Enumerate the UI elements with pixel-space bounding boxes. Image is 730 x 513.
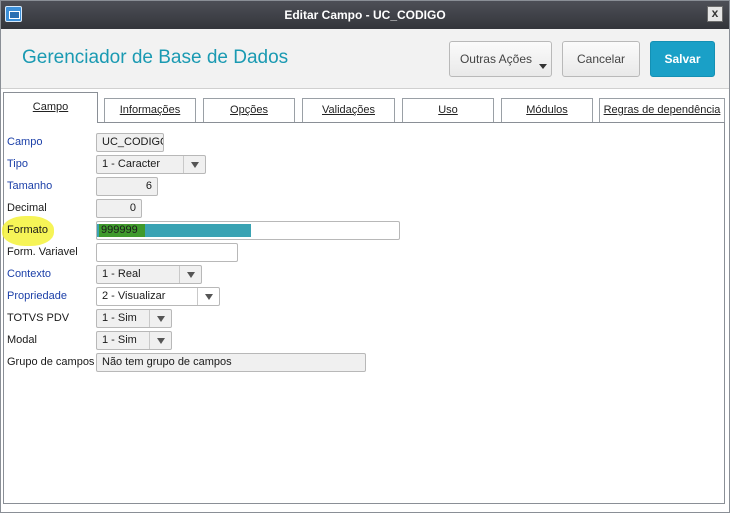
dialog-header: Gerenciador de Base de Dados Outras Açõe… <box>1 29 729 89</box>
modal-select[interactable]: 1 - Sim <box>96 331 172 350</box>
field-row-decimal: Decimal 0 <box>7 199 407 218</box>
chevron-down-icon <box>149 332 171 349</box>
tab-informacoes[interactable]: Informações <box>104 98 196 122</box>
tab-modulos[interactable]: Módulos <box>501 98 593 122</box>
tipo-label: Tipo <box>7 158 28 170</box>
chevron-down-icon <box>183 156 205 173</box>
chevron-down-icon <box>197 288 219 305</box>
form-variavel-field[interactable] <box>96 243 238 262</box>
field-row-propriedade: Propriedade 2 - Visualizar <box>7 287 407 306</box>
campo-field[interactable]: UC_CODIGO <box>96 133 164 152</box>
field-row-tipo: Tipo 1 - Caracter <box>7 155 407 174</box>
edit-field-dialog: Editar Campo - UC_CODIGO x Gerenciador d… <box>0 0 730 513</box>
field-row-totvs-pdv: TOTVS PDV 1 - Sim <box>7 309 407 328</box>
other-actions-button[interactable]: Outras Ações <box>449 41 552 77</box>
totvs-pdv-value: 1 - Sim <box>102 312 137 324</box>
tamanho-field[interactable]: 6 <box>96 177 158 196</box>
chevron-down-icon <box>539 64 547 69</box>
tab-campo[interactable]: Campo <box>3 92 98 123</box>
save-button[interactable]: Salvar <box>650 41 715 77</box>
tab-regras-dependencia[interactable]: Regras de dependência <box>599 98 725 122</box>
contexto-label: Contexto <box>7 268 52 280</box>
propriedade-select[interactable]: 2 - Visualizar <box>96 287 220 306</box>
field-row-form-variavel: Form. Variavel <box>7 243 407 262</box>
tab-bar: Campo Informações Opções Validações Uso … <box>1 92 729 123</box>
page-title: Gerenciador de Base de Dados <box>22 47 289 68</box>
other-actions-label: Outras Ações <box>459 52 533 66</box>
grupo-campos-field[interactable]: Não tem grupo de campos <box>96 353 366 372</box>
tamanho-label: Tamanho <box>7 180 53 192</box>
contexto-select[interactable]: 1 - Real <box>96 265 202 284</box>
tipo-select[interactable]: 1 - Caracter <box>96 155 206 174</box>
tipo-value: 1 - Caracter <box>102 158 161 170</box>
tab-uso[interactable]: Uso <box>402 98 494 122</box>
title-bar: Editar Campo - UC_CODIGO x <box>1 1 729 29</box>
form-variavel-label: Form. Variavel <box>7 246 78 258</box>
chevron-down-icon <box>179 266 201 283</box>
contexto-value: 1 - Real <box>102 268 141 280</box>
formato-value: 999999 <box>101 224 138 236</box>
modal-label: Modal <box>7 334 37 346</box>
field-row-campo: Campo UC_CODIGO <box>7 133 407 152</box>
tab-opcoes[interactable]: Opções <box>203 98 295 122</box>
field-row-modal: Modal 1 - Sim <box>7 331 407 350</box>
chevron-down-icon <box>149 310 171 327</box>
field-row-grupo-campos: Grupo de campos Não tem grupo de campos <box>7 353 407 372</box>
window-title: Editar Campo - UC_CODIGO <box>284 8 446 22</box>
cancel-button[interactable]: Cancelar <box>562 41 640 77</box>
tab-validacoes[interactable]: Validações <box>302 98 395 122</box>
decimal-field[interactable]: 0 <box>96 199 142 218</box>
modal-value: 1 - Sim <box>102 334 137 346</box>
totvs-pdv-label: TOTVS PDV <box>7 312 70 324</box>
close-icon[interactable]: x <box>707 6 723 22</box>
formato-label: Formato <box>7 224 48 236</box>
grupo-campos-label: Grupo de campos <box>7 356 95 368</box>
totvs-pdv-select[interactable]: 1 - Sim <box>96 309 172 328</box>
formato-field[interactable]: 999999 <box>96 221 400 240</box>
propriedade-value: 2 - Visualizar <box>102 290 166 302</box>
campo-label: Campo <box>7 136 43 148</box>
propriedade-label: Propriedade <box>7 290 67 302</box>
decimal-label: Decimal <box>7 202 47 214</box>
field-row-formato: Formato 999999 <box>7 221 407 240</box>
field-row-contexto: Contexto 1 - Real <box>7 265 407 284</box>
field-row-tamanho: Tamanho 6 <box>7 177 407 196</box>
